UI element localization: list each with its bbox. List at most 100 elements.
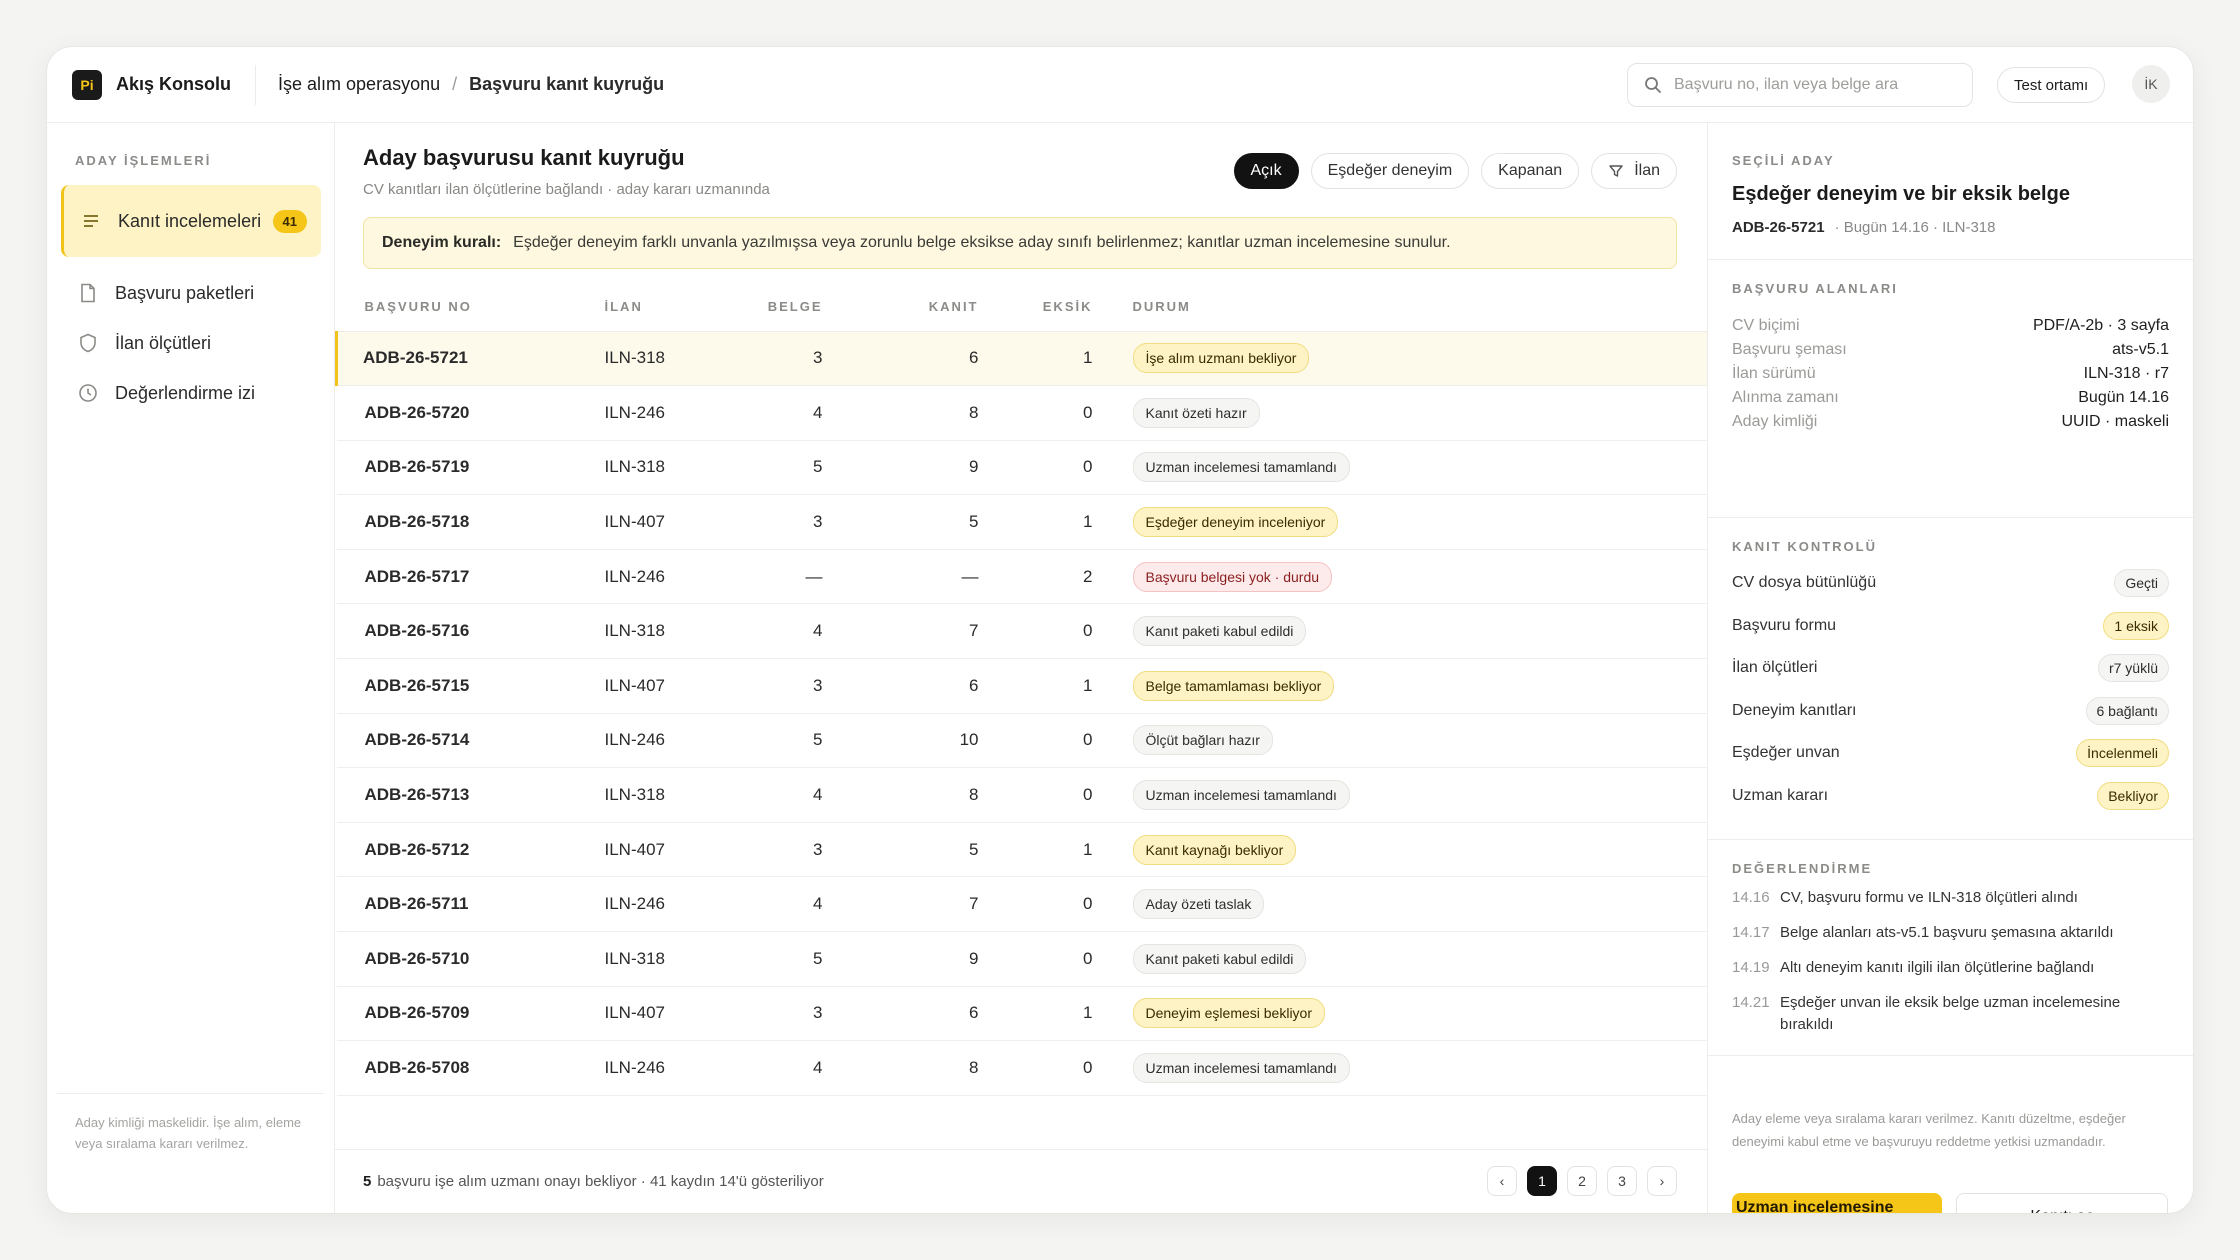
- evidence-count: 8: [822, 1040, 979, 1096]
- table-row[interactable]: ADB-26-5711 ILN-246 4 7 0 Aday özeti taslak: [336, 876, 1707, 933]
- search-input[interactable]: [1674, 76, 1954, 94]
- page-title: Aday başvurusu kanıt kuyruğu: [363, 145, 685, 170]
- field-row: CV biçimi PDF/A-2b · 3 sayfa: [1732, 317, 2169, 335]
- missing-count: 0: [978, 440, 1093, 496]
- filter-equivalent-experience[interactable]: Eşdeğer deneyim: [1310, 153, 1470, 189]
- filter-open[interactable]: Açık: [1233, 153, 1299, 189]
- sidebar-footnote: Aday kimliği maskelidir. İşe alım, eleme…: [57, 1093, 324, 1213]
- sidebar-item-label: İlan ölçütleri: [115, 332, 212, 353]
- table-row[interactable]: ADB-26-5716 ILN-318 4 7 0 Kanıt paketi kabul …: [336, 603, 1707, 660]
- column-header[interactable]: BAŞVURU NO: [336, 283, 593, 332]
- check-status-badge: Geçti: [2114, 569, 2169, 597]
- shield-icon: [77, 332, 99, 354]
- field-key: Başvuru şeması: [1732, 341, 1847, 358]
- column-header[interactable]: KANIT: [822, 283, 979, 332]
- filter-job[interactable]: İlan: [1591, 153, 1677, 189]
- page-2-button[interactable]: 2: [1567, 1166, 1597, 1196]
- divider: [1708, 1055, 2193, 1056]
- status-badge: İşe alım uzmanı bekliyor: [1132, 343, 1310, 374]
- page-subtitle: CV kanıtları ilan ölçütlerine bağlandı ·…: [363, 181, 770, 198]
- sidebar-item-job-criteria[interactable]: İlan ölçütleri: [61, 325, 321, 361]
- status-badge: Kanıt paketi kabul edildi: [1132, 943, 1307, 974]
- selected-candidate-name: Eşdeğer deneyim ve bir eksik belge: [1732, 183, 2070, 205]
- field-key: Aday kimliği: [1732, 413, 1818, 430]
- evidence-count: 6: [822, 986, 979, 1042]
- job-id: ILN-318: [592, 767, 713, 823]
- open-evidence-button[interactable]: Kanıtı aç: [1956, 1193, 2168, 1213]
- prev-page-button[interactable]: ‹: [1487, 1166, 1517, 1196]
- search-box[interactable]: [1627, 63, 1973, 107]
- status-badge: Başvuru belgesi yok · durdu: [1132, 561, 1333, 592]
- table-row[interactable]: ADB-26-5714 ILN-246 5 10 0 Ölçüt bağları hazı…: [336, 713, 1707, 769]
- table-row[interactable]: ADB-26-5709 ILN-407 3 6 1 Deneyim eşlemesi be…: [336, 986, 1707, 1042]
- check-row: Uzman kararı Bekliyor: [1732, 781, 2169, 810]
- document-icon: [77, 282, 99, 304]
- sidebar-item-evaluation-trail[interactable]: Değerlendirme izi: [61, 375, 321, 411]
- field-key: Alınma zamanı: [1732, 389, 1839, 406]
- rule-label: Deneyim kuralı:: [382, 234, 502, 251]
- next-page-button[interactable]: ›: [1647, 1166, 1677, 1196]
- check-label: Eşdeğer unvan: [1732, 744, 1840, 761]
- missing-count: 0: [978, 385, 1093, 441]
- log-entry: 14.16 CV, başvuru formu ve ILN-318 ölçütl…: [1732, 887, 2169, 909]
- table-row[interactable]: ADB-26-5717 ILN-246— —2 Başvuru belgesi yok…: [336, 549, 1707, 605]
- avatar[interactable]: İK: [2132, 65, 2170, 103]
- status-badge: Belge tamamlaması bekliyor: [1132, 670, 1335, 701]
- field-row: İlan sürümü ILN-318 · r7: [1732, 365, 2169, 383]
- document-count: 4: [712, 767, 823, 823]
- application-no: ADB-26-5708: [336, 1040, 593, 1096]
- column-header[interactable]: EKSİK: [978, 283, 1093, 332]
- table-row[interactable]: ADB-26-5719 ILN-318 5 9 0 Uzman incelemesi ta…: [336, 440, 1707, 496]
- authority-note: Aday eleme veya sıralama kararı verilmez…: [1732, 1111, 2126, 1149]
- table-row[interactable]: ADB-26-5712 ILN-407 3 5 1 Kanıt kaynağı bekli…: [336, 822, 1707, 878]
- application-no: ADB-26-5718: [336, 494, 593, 550]
- footer-summary: başvuru işe alım uzmanı onayı bekliyor ·…: [377, 1173, 824, 1190]
- sidebar-item-evidence-reviews[interactable]: Kanıt incelemeleri 41: [61, 185, 321, 257]
- sidebar: ADAY İŞLEMLERİ Kanıt incelemeleri 41 Baş…: [47, 123, 335, 1213]
- table-row[interactable]: ADB-26-5720 ILN-246 4 8 0 Kanıt özeti hazır: [336, 385, 1707, 441]
- evidence-count: 6: [822, 331, 979, 387]
- document-count: 4: [712, 385, 823, 441]
- missing-count: 1: [978, 494, 1093, 550]
- application-no: ADB-26-5709: [336, 986, 593, 1042]
- sidebar-item-application-packages[interactable]: Başvuru paketleri: [61, 275, 321, 311]
- page-1-button[interactable]: 1: [1527, 1166, 1557, 1196]
- application-no: ADB-26-5710: [336, 931, 593, 987]
- table-row[interactable]: ADB-26-5708 ILN-246 4 8 0 Uzman incelemesi ta…: [336, 1040, 1707, 1096]
- clock-icon: [77, 382, 99, 404]
- page-3-button[interactable]: 3: [1607, 1166, 1637, 1196]
- document-count: 3: [712, 986, 823, 1042]
- app-window: Pi Akış Konsolu İşe alım operasyonu / Ba…: [46, 46, 2194, 1214]
- table-row[interactable]: ADB-26-5715 ILN-407 3 6 1 Belge tamamlaması b…: [336, 658, 1707, 714]
- table-row[interactable]: ADB-26-5710 ILN-318 5 9 0 Kanıt paketi kabul …: [336, 931, 1707, 987]
- job-id: ILN-246: [592, 713, 713, 769]
- job-id: ILN-318: [592, 440, 713, 496]
- status-badge: Eşdeğer deneyim inceleniyor: [1132, 507, 1339, 538]
- table-row[interactable]: ADB-26-5713 ILN-318 4 8 0 Uzman incelemesi ta…: [336, 767, 1707, 823]
- breadcrumb-parent[interactable]: İşe alım operasyonu: [278, 74, 440, 95]
- column-header[interactable]: DURUM: [1092, 283, 1707, 332]
- column-header[interactable]: BELGE: [712, 283, 823, 332]
- check-row: Deneyim kanıtları 6 bağlantı: [1732, 696, 2169, 725]
- missing-count: 0: [978, 931, 1093, 987]
- detail-panel: SEÇİLİ ADAY Eşdeğer deneyim ve bir eksik…: [1707, 123, 2193, 1213]
- checks-section-title: KANIT KONTROLÜ: [1732, 539, 1877, 554]
- check-row: CV dosya bütünlüğü Geçti: [1732, 569, 2169, 597]
- document-count: 3: [712, 331, 823, 387]
- application-no: ADB-26-5719: [336, 440, 593, 496]
- rule-banner: Deneyim kuralı: Eşdeğer deneyim farklı u…: [363, 217, 1677, 269]
- filter-closed[interactable]: Kapanan: [1481, 153, 1580, 189]
- send-to-review-button[interactable]: Uzman incelemesine gönder: [1732, 1193, 1942, 1213]
- environment-button[interactable]: Test ortamı: [1997, 67, 2106, 103]
- check-label: Uzman kararı: [1732, 786, 1829, 804]
- table-row[interactable]: ADB-26-5721 ILN-318 3 6 1 İşe alım uzmanı bek…: [335, 331, 1707, 387]
- status-badge: Kanıt paketi kabul edildi: [1132, 616, 1307, 647]
- check-row: Eşdeğer unvan İncelenmeli: [1732, 739, 2169, 767]
- table-row[interactable]: ADB-26-5718 ILN-407 3 5 1 Eşdeğer deneyim inc…: [336, 494, 1707, 550]
- column-header[interactable]: İLAN: [592, 283, 713, 332]
- applications-table: BAŞVURU NO İLAN BELGE KANIT EKSİK DURUM …: [335, 283, 1707, 1096]
- field-row: Alınma zamanı Bugün 14.16: [1732, 389, 2169, 407]
- brand[interactable]: Pi Akış Konsolu: [72, 64, 257, 105]
- pagination: ‹ 1 2 3 ›: [1487, 1166, 1677, 1196]
- status-badge: Deneyim eşlemesi bekliyor: [1132, 998, 1326, 1029]
